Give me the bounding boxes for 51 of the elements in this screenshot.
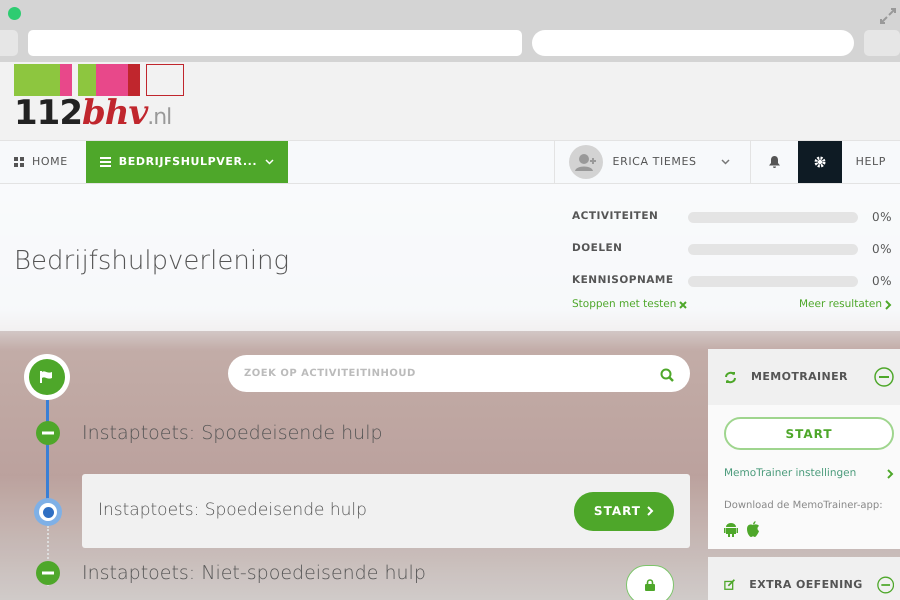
memotrainer-start-button[interactable]: START	[724, 417, 894, 450]
start-button[interactable]: START	[574, 492, 674, 530]
apple-icon[interactable]	[746, 520, 760, 537]
search-icon[interactable]	[660, 368, 674, 382]
collapse-icon[interactable]	[876, 574, 894, 595]
chevron-icon	[647, 506, 654, 516]
progress-reading: 0%	[870, 273, 892, 290]
lock-button[interactable]	[626, 565, 674, 600]
caret-icon	[720, 159, 730, 165]
memotrainer-settings-link[interactable]: MemoTrainer instellingen	[724, 466, 894, 482]
panel-title: EXTRA OEFENING	[749, 576, 863, 592]
chevron-icon	[885, 300, 892, 310]
caret-icon	[265, 159, 274, 165]
collapse-icon[interactable]	[36, 561, 60, 586]
android-icon[interactable]	[724, 520, 738, 537]
search-field[interactable]: ZOEK OP ACTIVITEITINHOUD	[228, 355, 690, 392]
logo-text: 112bhv.nl	[14, 96, 172, 135]
progress-label: DOELEN	[572, 241, 622, 256]
progress-reading: 0%	[870, 209, 892, 226]
help-link[interactable]: HELP	[842, 141, 900, 183]
lock-icon	[645, 579, 655, 591]
collapse-icon[interactable]	[874, 367, 894, 387]
home-tab[interactable]: HOME	[0, 141, 86, 183]
edit-icon	[724, 578, 736, 592]
activity-title: Instaptoets: Spoedeisende hulp	[98, 499, 367, 522]
progress-label: ACTIVITEITEN	[572, 209, 658, 224]
course-menu-tab[interactable]: BEDRIJFSHULPVER...	[86, 141, 288, 183]
refresh-icon	[724, 370, 737, 384]
download-text: Download de MemoTrainer-app:	[724, 498, 884, 513]
list-icon	[100, 157, 111, 167]
current-step-marker	[34, 498, 62, 526]
more-results-link[interactable]: Meer resultaten	[798, 297, 892, 313]
expand-icon[interactable]	[880, 8, 896, 24]
collapse-icon[interactable]	[36, 421, 60, 446]
grid-icon	[14, 157, 24, 167]
user-menu[interactable]: ERICA TIEMES	[554, 141, 751, 183]
browser-search-field[interactable]	[532, 30, 854, 56]
bell-icon	[768, 156, 780, 168]
section-title: Instaptoets: Niet-spoedeisende hulp	[82, 561, 426, 586]
settings-button[interactable]	[798, 141, 842, 183]
stop-testing-link[interactable]: Stoppen met testen	[572, 297, 688, 313]
section-title: Instaptoets: Spoedeisende hulp	[82, 421, 383, 446]
avatar-icon	[568, 145, 603, 179]
progress-label: KENNISOPNAME	[572, 273, 674, 288]
chevron-icon	[887, 468, 894, 479]
progress-reading: 0%	[870, 241, 892, 258]
close-icon	[679, 300, 688, 309]
panel-title: MEMOTRAINER	[751, 368, 848, 385]
flag-icon	[40, 371, 54, 383]
page-title: Bedrijfshulpverlening	[14, 245, 290, 278]
settings-icon	[814, 156, 826, 168]
